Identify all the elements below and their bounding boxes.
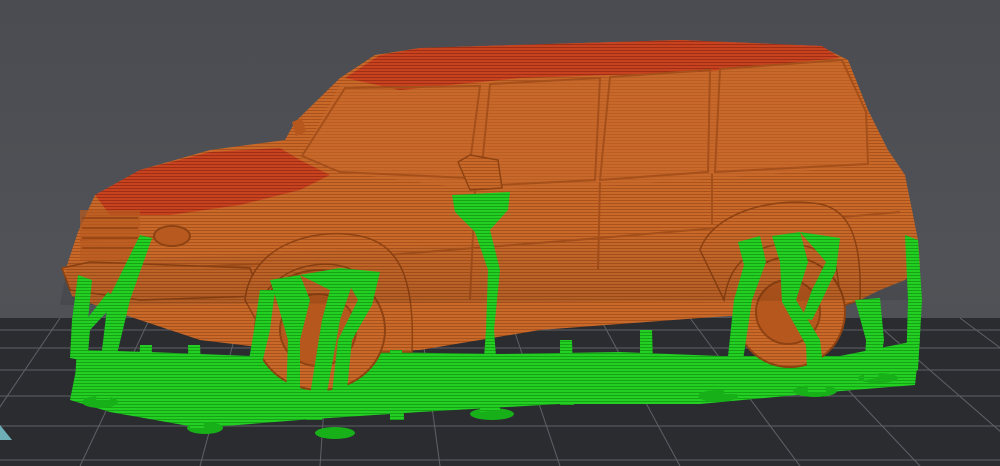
3d-viewport[interactable] bbox=[0, 0, 1000, 466]
scene-canvas[interactable] bbox=[0, 0, 1000, 466]
